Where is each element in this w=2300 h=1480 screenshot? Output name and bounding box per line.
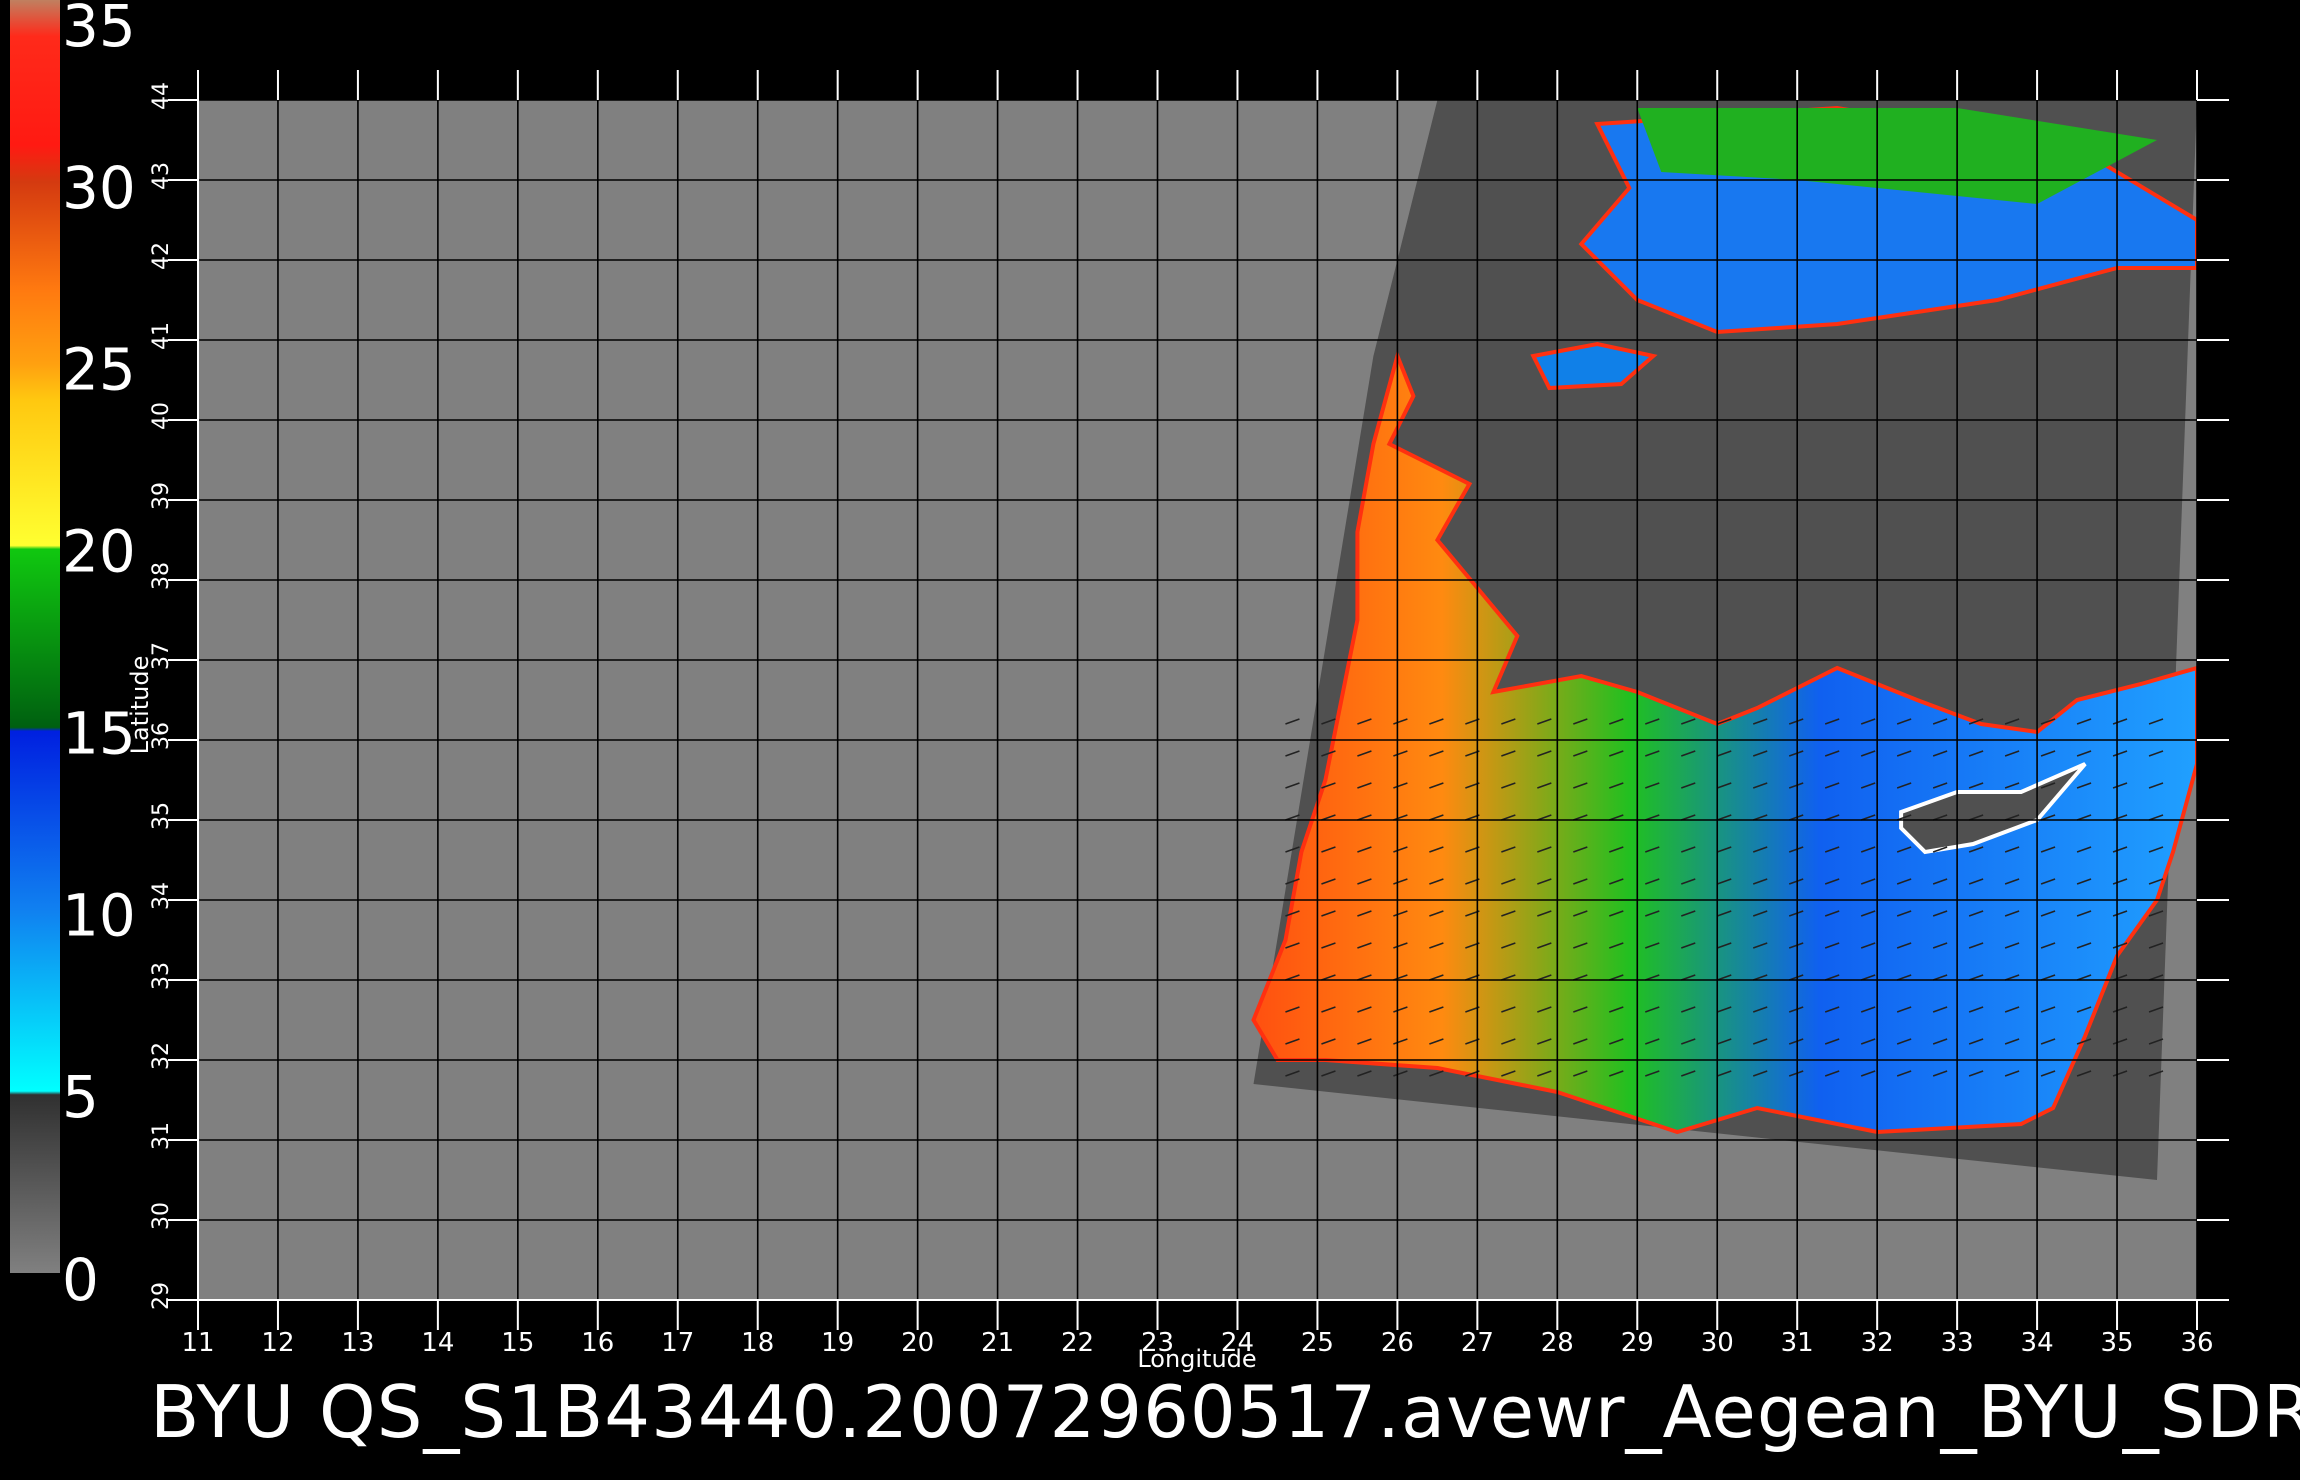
y-tick-label: 35 xyxy=(149,802,174,830)
y-tick-label: 43 xyxy=(149,162,174,190)
y-tick-label: 38 xyxy=(149,562,174,590)
map-plot: 11 12 13 14 15 16 17 18 19 20 21 22 23 24 25 26 27 28 29 30… xyxy=(126,70,2229,1373)
x-tick-label: 36 xyxy=(2180,1328,2213,1358)
y-tick-label: 32 xyxy=(149,1042,174,1070)
colorbar-label: 0 xyxy=(62,1246,99,1314)
x-tick-label: 18 xyxy=(741,1328,774,1358)
colorbar-label: 5 xyxy=(62,1063,99,1131)
x-tick-label: 26 xyxy=(1381,1328,1414,1358)
map-figure: 35 30 25 20 15 10 5 0 11 12 13 14 15 16 17 18 19 20 21 22 2… xyxy=(10,0,2229,1373)
x-tick-label: 32 xyxy=(1861,1328,1894,1358)
y-tick-label: 39 xyxy=(149,482,174,510)
x-tick-label: 12 xyxy=(261,1328,294,1358)
x-tick-label: 22 xyxy=(1061,1328,1094,1358)
colorbar-label: 35 xyxy=(62,0,136,60)
colorbar-label: 15 xyxy=(62,699,136,767)
colorbar-label: 10 xyxy=(62,881,136,949)
colorbar-labels: 35 30 25 20 15 10 5 0 xyxy=(62,0,136,1314)
y-tick-label: 29 xyxy=(149,1282,174,1310)
x-tick-label: 29 xyxy=(1621,1328,1654,1358)
x-tick-label: 11 xyxy=(181,1328,214,1358)
x-tick-label: 19 xyxy=(821,1328,854,1358)
y-tick-label: 42 xyxy=(149,242,174,270)
x-tick-label: 31 xyxy=(1781,1328,1814,1358)
y-axis-label: Latitude xyxy=(126,656,154,755)
y-tick-label: 40 xyxy=(149,402,174,430)
colorbar-label: 25 xyxy=(62,336,136,404)
x-tick-label: 33 xyxy=(1941,1328,1974,1358)
file-title: BYU QS_S1B43440.20072960517.avewr_Aegean… xyxy=(150,1370,2300,1454)
y-tick-label: 41 xyxy=(149,322,174,350)
colorbar-label: 30 xyxy=(62,154,136,222)
x-tick-label: 30 xyxy=(1701,1328,1734,1358)
x-tick-label: 28 xyxy=(1541,1328,1574,1358)
colorbar-gradient xyxy=(10,0,60,1273)
x-tick-label: 15 xyxy=(501,1328,534,1358)
x-tick-label: 16 xyxy=(581,1328,614,1358)
y-tick-label: 33 xyxy=(149,962,174,990)
x-tick-label: 35 xyxy=(2100,1328,2133,1358)
colorbar-label: 20 xyxy=(62,518,136,586)
y-tick-label: 30 xyxy=(149,1202,174,1230)
colorbar: 35 30 25 20 15 10 5 0 xyxy=(10,0,136,1314)
x-tick-label: 17 xyxy=(661,1328,694,1358)
y-tick-label: 31 xyxy=(149,1122,174,1150)
x-tick-label: 25 xyxy=(1301,1328,1334,1358)
x-tick-label: 13 xyxy=(341,1328,374,1358)
y-tick-label: 34 xyxy=(149,882,174,910)
y-tick-label: 44 xyxy=(149,82,174,110)
x-tick-label: 21 xyxy=(981,1328,1014,1358)
x-tick-label: 20 xyxy=(901,1328,934,1358)
x-tick-label: 27 xyxy=(1461,1328,1494,1358)
x-tick-label: 14 xyxy=(421,1328,454,1358)
x-tick-label: 34 xyxy=(2021,1328,2054,1358)
